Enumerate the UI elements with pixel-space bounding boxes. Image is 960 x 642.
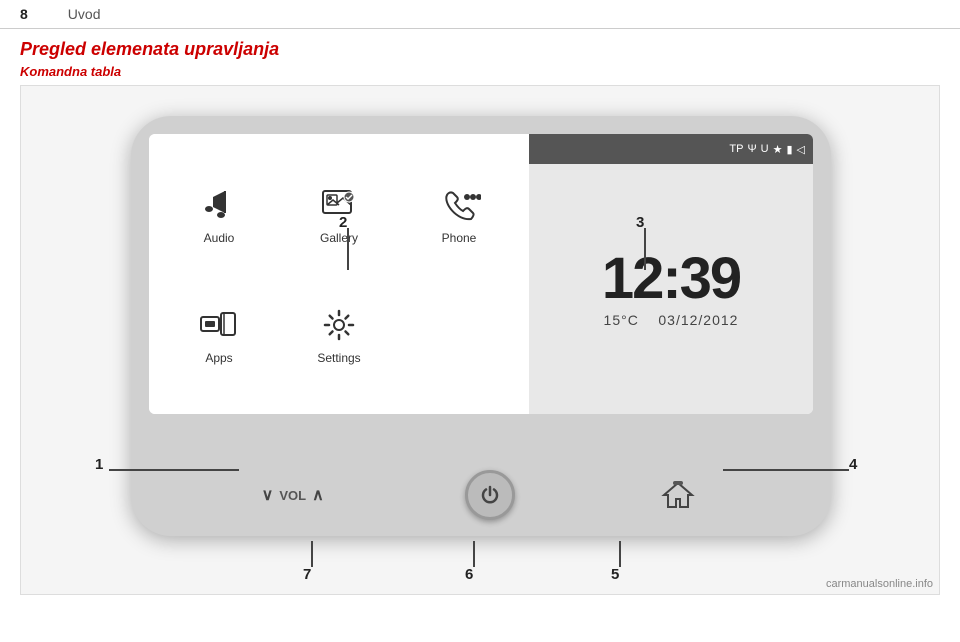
bluetooth-icon: ★ bbox=[773, 143, 783, 156]
tp-status: TP bbox=[729, 143, 743, 155]
bottom-controls: ∨ VOL ∧ bbox=[131, 470, 831, 520]
callout-4: 4 bbox=[849, 456, 857, 473]
signal-icon: Ψ bbox=[747, 143, 756, 155]
power-icon bbox=[478, 483, 502, 507]
phone-label: Phone bbox=[442, 231, 477, 245]
apps-label: Apps bbox=[205, 351, 232, 365]
clock-date: 15°C 03/12/2012 bbox=[604, 312, 739, 328]
callout-3-line bbox=[644, 228, 646, 270]
page-title: Uvod bbox=[68, 6, 101, 22]
screen-right: TP Ψ U ★ ▮ ◁ 12:39 15°C 03/12/2012 bbox=[529, 134, 813, 414]
phone-icon bbox=[437, 183, 481, 227]
phone-icon-item[interactable]: Phone bbox=[427, 173, 491, 255]
callout-1: 1 bbox=[95, 456, 103, 473]
audio-label: Audio bbox=[204, 231, 235, 245]
callout-2-line bbox=[347, 228, 349, 270]
page-header: 8 Uvod bbox=[0, 0, 960, 29]
temperature-display: 15°C bbox=[604, 312, 639, 328]
audio-icon-item[interactable]: Audio bbox=[187, 173, 251, 255]
settings-icon-item[interactable]: Settings bbox=[307, 293, 371, 375]
clock-display: 12:39 bbox=[602, 250, 740, 308]
vol-label: VOL bbox=[279, 488, 306, 503]
watermark: carmanualsonline.info bbox=[826, 578, 933, 590]
callout-5: 5 bbox=[611, 566, 619, 583]
callout-6-line bbox=[473, 541, 475, 567]
audio-icon bbox=[197, 183, 241, 227]
apps-icon-item[interactable]: Apps bbox=[187, 293, 251, 375]
page-number: 8 bbox=[20, 6, 28, 22]
callout-5-line bbox=[619, 541, 621, 567]
apps-icon bbox=[197, 303, 241, 347]
diagram-area: Audio Gallery bbox=[20, 85, 940, 595]
callout-7: 7 bbox=[303, 566, 311, 583]
volume-up-button[interactable]: ∧ bbox=[312, 485, 324, 505]
screen-left: Audio Gallery bbox=[149, 134, 529, 414]
callout-6: 6 bbox=[465, 566, 473, 583]
settings-label: Settings bbox=[317, 351, 360, 365]
gallery-label: Gallery bbox=[320, 231, 358, 245]
callout-7-line bbox=[311, 541, 313, 567]
screen: Audio Gallery bbox=[149, 134, 813, 414]
callout-1-line bbox=[109, 469, 239, 471]
callout-4-line bbox=[723, 469, 849, 471]
mute-icon: ◁ bbox=[797, 143, 805, 156]
sos-icon: U bbox=[761, 143, 769, 155]
home-icon bbox=[660, 477, 696, 513]
settings-icon bbox=[317, 303, 361, 347]
volume-down-button[interactable]: ∨ bbox=[262, 485, 274, 505]
date-display: 03/12/2012 bbox=[658, 312, 738, 328]
device-shell: Audio Gallery bbox=[131, 116, 831, 536]
volume-control: ∨ VOL ∧ bbox=[262, 485, 324, 505]
section-title: Pregled elemenata upravljanja bbox=[0, 29, 960, 62]
power-button[interactable] bbox=[465, 470, 515, 520]
home-button[interactable] bbox=[656, 473, 700, 517]
clock-area: 12:39 15°C 03/12/2012 bbox=[529, 164, 813, 414]
status-bar: TP Ψ U ★ ▮ ◁ bbox=[529, 134, 813, 164]
battery-icon: ▮ bbox=[786, 143, 792, 156]
section-subtitle: Komandna tabla bbox=[0, 62, 960, 85]
